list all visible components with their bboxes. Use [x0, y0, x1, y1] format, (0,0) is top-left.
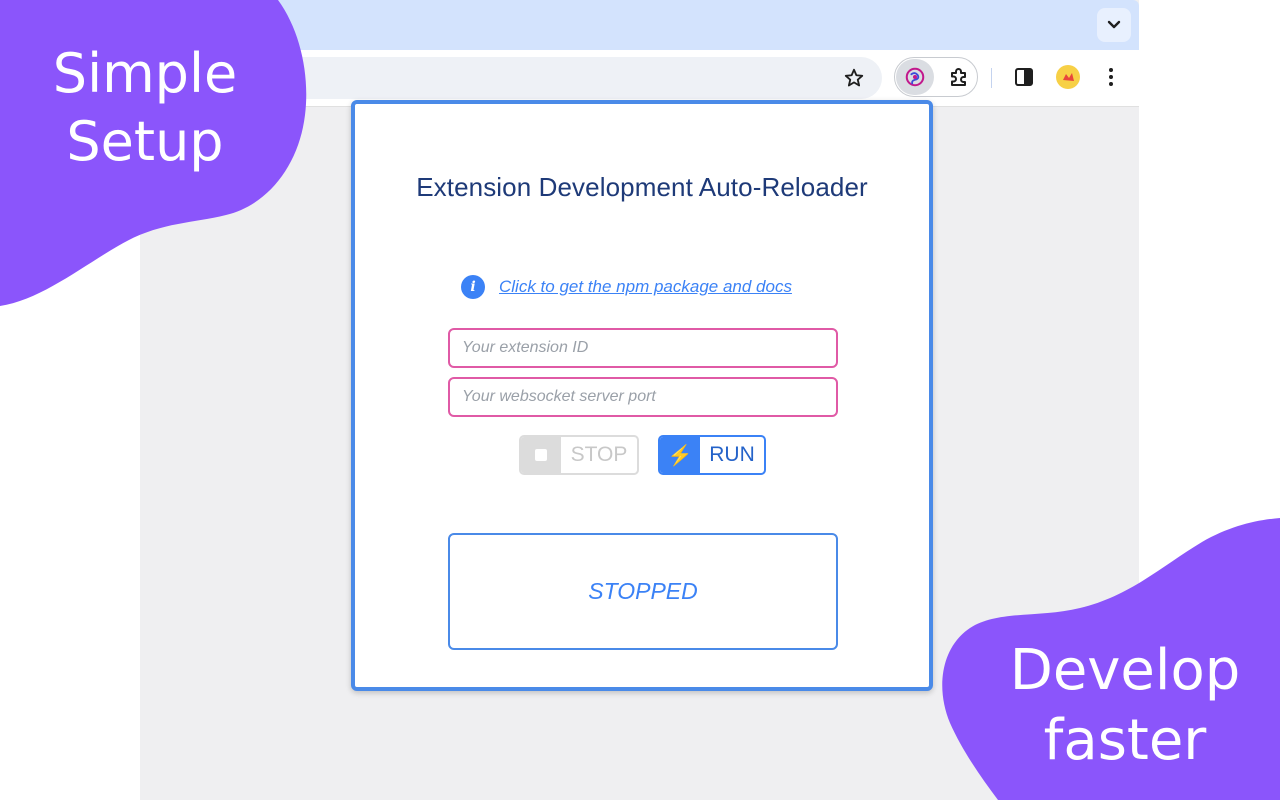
extension-logo-icon [905, 67, 925, 87]
chevron-down-icon [1107, 20, 1121, 29]
banner-text-bottom-right: Develop faster [990, 636, 1260, 776]
star-icon [844, 68, 864, 87]
docs-link[interactable]: Click to get the npm package and docs [499, 277, 792, 297]
extension-popup: Extension Development Auto-Reloader i Cl… [351, 100, 933, 691]
run-button[interactable]: ⚡ RUN [658, 435, 766, 475]
browser-menu-button[interactable] [1097, 61, 1125, 93]
bookmark-button[interactable] [838, 62, 870, 94]
lightning-icon: ⚡ [660, 437, 700, 473]
banner-line: Setup [66, 109, 224, 173]
run-button-label: RUN [709, 443, 755, 466]
banner-text-top-left: Simple Setup [20, 40, 270, 175]
side-panel-icon [1015, 68, 1033, 86]
banner-line: Simple [52, 42, 238, 105]
info-icon: i [461, 275, 485, 299]
extension-id-input[interactable] [448, 328, 838, 368]
extension-button[interactable] [896, 59, 934, 95]
tab-search-button[interactable] [1097, 8, 1131, 42]
puzzle-icon [951, 68, 966, 86]
popup-title: Extension Development Auto-Reloader [416, 172, 868, 202]
toolbar-separator [991, 68, 992, 88]
docs-row: i Click to get the npm package and docs [461, 274, 792, 300]
websocket-port-input[interactable] [448, 377, 838, 417]
profile-avatar[interactable] [1054, 63, 1082, 91]
stop-button-label: STOP [570, 443, 628, 466]
avatar-icon [1056, 65, 1080, 89]
side-panel-button[interactable] [1008, 61, 1040, 93]
more-vert-icon [1109, 68, 1113, 86]
stop-button[interactable]: STOP [519, 435, 639, 475]
extensions-menu-button[interactable] [942, 61, 976, 93]
stop-square-icon [521, 437, 561, 473]
banner-line: faster [1043, 708, 1207, 773]
status-text: STOPPED [588, 578, 698, 604]
banner-line: Develop [1009, 638, 1241, 703]
status-box: STOPPED [448, 533, 838, 650]
